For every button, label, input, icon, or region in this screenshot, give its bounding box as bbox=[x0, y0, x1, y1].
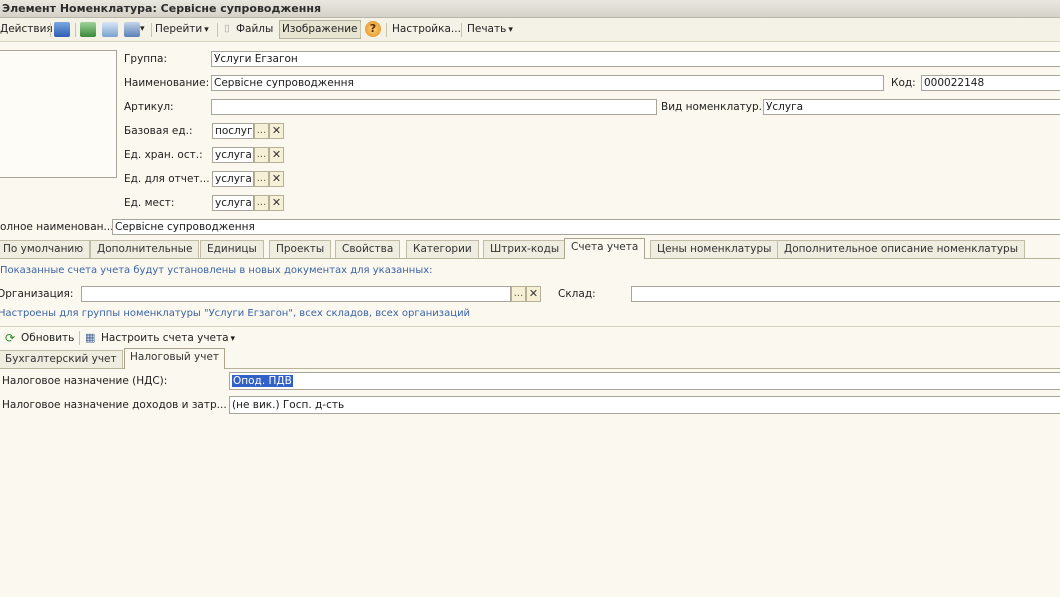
image-button[interactable]: Изображение bbox=[279, 20, 361, 39]
base-unit-label: Базовая ед.: bbox=[124, 125, 193, 137]
toolbar-separator bbox=[50, 23, 51, 37]
goto-menu[interactable]: Перейти bbox=[155, 21, 209, 38]
configured-info-text: Настроены для группы номенклатуры "Услуг… bbox=[0, 308, 471, 319]
organization-label: Организация: bbox=[0, 288, 74, 300]
name-field[interactable]: Сервісне супроводження bbox=[211, 75, 884, 91]
based-on-icon[interactable] bbox=[124, 22, 140, 37]
tab-prices[interactable]: Цены номенклатуры bbox=[650, 240, 779, 258]
item-image-box[interactable] bbox=[0, 50, 117, 178]
subtab-accounting[interactable]: Бухгалтерский учет bbox=[0, 350, 123, 368]
full-name-field[interactable]: Сервісне супроводження bbox=[112, 219, 1060, 235]
vat-purpose-label: Налоговое назначение (НДС): bbox=[2, 375, 168, 387]
save-close-icon[interactable] bbox=[54, 22, 70, 37]
tab-additional[interactable]: Дополнительные bbox=[90, 240, 200, 258]
storage-unit-select-button[interactable]: ... bbox=[254, 147, 269, 163]
base-unit-select-button[interactable]: ... bbox=[254, 123, 269, 139]
warehouse-field[interactable] bbox=[631, 286, 1060, 302]
tab-default[interactable]: По умолчанию bbox=[0, 240, 91, 258]
group-label: Группа: bbox=[124, 53, 167, 65]
tab-accounts[interactable]: Счета учета bbox=[564, 238, 646, 259]
tab-barcodes[interactable]: Штрих-коды bbox=[483, 240, 567, 258]
tab-extra-description[interactable]: Дополнительное описание номенклатуры bbox=[777, 240, 1025, 258]
settings-button[interactable]: Настройка... bbox=[392, 21, 461, 38]
income-purpose-label: Налоговое назначение доходов и затр... bbox=[2, 399, 227, 411]
toolbar-separator bbox=[386, 23, 387, 37]
window-title: Элемент Номенклатура: Сервісне супроводж… bbox=[2, 2, 322, 15]
chevron-down-icon[interactable]: ▾ bbox=[140, 21, 145, 38]
base-unit-clear-button[interactable]: ✕ bbox=[269, 123, 284, 139]
base-unit-field[interactable]: послуг bbox=[212, 123, 254, 139]
tab-units[interactable]: Единицы bbox=[200, 240, 264, 258]
files-button[interactable]: Файлы bbox=[236, 21, 273, 38]
toolbar: Действия ▾ Перейти ⌷ Файлы Изображение ?… bbox=[0, 18, 1060, 42]
toolbar-separator bbox=[151, 23, 152, 37]
group-field[interactable]: Услуги Егзагон bbox=[211, 51, 1060, 67]
tab-categories[interactable]: Категории bbox=[406, 240, 479, 258]
help-icon[interactable]: ? bbox=[365, 21, 381, 37]
toolbar-separator bbox=[360, 23, 361, 37]
place-unit-field[interactable]: услуга bbox=[212, 195, 254, 211]
setup-accounts-button[interactable]: Настроить счета учета bbox=[101, 332, 235, 344]
print-menu[interactable]: Печать bbox=[467, 21, 513, 38]
nom-type-label: Вид номенклатур... bbox=[661, 101, 769, 113]
name-label: Наименование: bbox=[124, 77, 210, 89]
income-purpose-field[interactable]: (не вик.) Госп. д-сть bbox=[229, 396, 1060, 414]
article-field[interactable] bbox=[211, 99, 657, 115]
toolbar-separator bbox=[75, 23, 76, 37]
organization-field[interactable] bbox=[81, 286, 511, 302]
refresh-icon: ⟳ bbox=[5, 331, 16, 345]
nom-type-field[interactable]: Услуга bbox=[763, 99, 1060, 115]
subtab-tax[interactable]: Налоговый учет bbox=[124, 348, 226, 369]
refresh-button[interactable]: Обновить bbox=[21, 332, 74, 344]
vat-purpose-field[interactable]: Опод. ПДВ bbox=[229, 372, 1060, 390]
place-unit-select-button[interactable]: ... bbox=[254, 195, 269, 211]
report-unit-field[interactable]: услуга bbox=[212, 171, 254, 187]
article-label: Артикул: bbox=[124, 101, 174, 113]
place-unit-clear-button[interactable]: ✕ bbox=[269, 195, 284, 211]
code-field[interactable]: 000022148 bbox=[921, 75, 1060, 91]
organization-select-button[interactable]: ... bbox=[511, 286, 526, 302]
table-settings-icon: ▦ bbox=[85, 331, 96, 344]
report-unit-label: Ед. для отчет... bbox=[124, 173, 210, 185]
toolbar-separator bbox=[79, 331, 80, 345]
storage-unit-label: Ед. хран. ост.: bbox=[124, 149, 203, 161]
accounts-info-text: Показанные счета учета будут установлены… bbox=[0, 265, 433, 276]
organization-clear-button[interactable]: ✕ bbox=[526, 286, 541, 302]
storage-unit-clear-button[interactable]: ✕ bbox=[269, 147, 284, 163]
toolbar-separator bbox=[461, 23, 462, 37]
report-unit-clear-button[interactable]: ✕ bbox=[269, 171, 284, 187]
place-unit-label: Ед. мест: bbox=[124, 197, 175, 209]
report-unit-select-button[interactable]: ... bbox=[254, 171, 269, 187]
toolbar-separator bbox=[217, 23, 218, 37]
divider bbox=[0, 326, 1060, 327]
warehouse-label: Склад: bbox=[558, 288, 596, 300]
paperclip-icon: ⌷ bbox=[224, 23, 231, 35]
tab-properties[interactable]: Свойства bbox=[335, 240, 401, 258]
title-bar: Элемент Номенклатура: Сервісне супроводж… bbox=[0, 0, 1060, 18]
code-label: Код: bbox=[891, 77, 916, 89]
vat-purpose-value: Опод. ПДВ bbox=[232, 375, 293, 387]
storage-unit-field[interactable]: услуга bbox=[212, 147, 254, 163]
full-name-label: олное наименован... bbox=[0, 221, 114, 233]
tab-projects[interactable]: Проекты bbox=[269, 240, 332, 258]
copy-icon[interactable] bbox=[102, 22, 118, 37]
refresh-icon[interactable] bbox=[80, 22, 96, 37]
